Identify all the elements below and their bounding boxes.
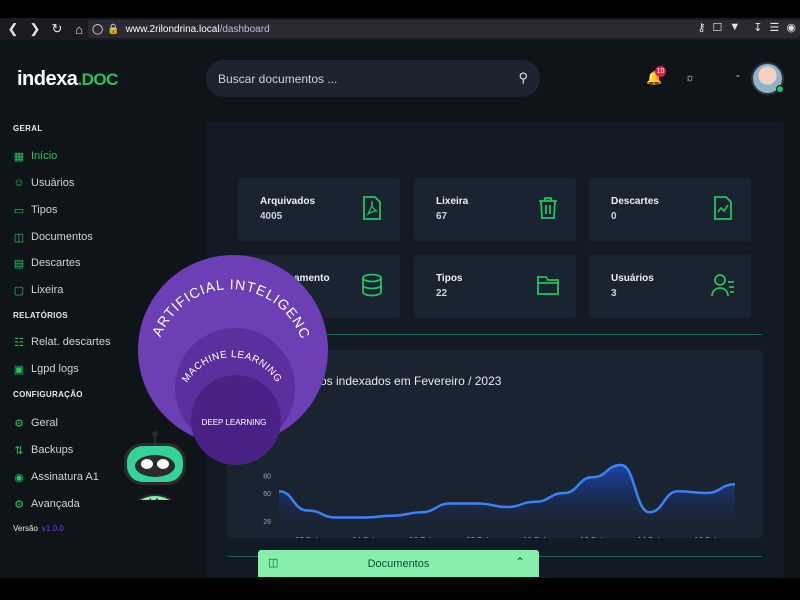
settings-icon: ⚙ bbox=[14, 417, 24, 430]
sidebar-item-inicio[interactable]: ▦ Início bbox=[13, 148, 58, 164]
card-title: Arquivados bbox=[260, 196, 316, 207]
database-icon bbox=[362, 273, 382, 297]
dropdown-icon[interactable]: ▼ bbox=[729, 21, 740, 34]
online-status-dot bbox=[776, 85, 784, 93]
search-input[interactable]: Buscar documentos ... ⚲ bbox=[206, 60, 540, 97]
card-title: Tipos bbox=[436, 273, 463, 284]
version-number: v1.0.0 bbox=[41, 524, 64, 533]
search-placeholder: Buscar documentos ... bbox=[218, 71, 338, 86]
sidebar-section-reports: RELATÓRIOS bbox=[13, 311, 68, 320]
ai-inner-label: DEEP LEARNING bbox=[202, 418, 267, 427]
chevron-up-icon[interactable]: ⌃ bbox=[515, 555, 525, 569]
file-chart-icon: ▤ bbox=[13, 257, 25, 270]
bookmark-icon[interactable]: ☐ bbox=[713, 21, 723, 34]
browser-toolbar: ❮ ❯ ↻ ⌂ ◯ 🔒 www.2rilondrina.local/dashbo… bbox=[0, 18, 800, 40]
sidebar-item-lgpd-logs[interactable]: ▣ Lgpd logs bbox=[13, 361, 79, 377]
x-tick-label: 04 Feb bbox=[352, 536, 377, 538]
card-tipos[interactable]: Tipos 22 bbox=[414, 255, 576, 318]
card-title: Lixeira bbox=[436, 196, 469, 207]
folder-icon bbox=[537, 276, 559, 295]
trash-icon: ▢ bbox=[13, 284, 25, 297]
log-icon: ▣ bbox=[13, 363, 25, 376]
file-chart-icon bbox=[714, 196, 732, 220]
fingerprint-icon: ◉ bbox=[14, 471, 24, 484]
users-icon bbox=[711, 274, 734, 297]
version-info: Versão v1.0.0 bbox=[13, 524, 64, 533]
sidebar-item-tipos[interactable]: ▭ Tipos bbox=[13, 202, 58, 218]
card-lixeira[interactable]: Lixeira 67 bbox=[414, 178, 576, 241]
card-title: Usuários bbox=[611, 273, 654, 284]
search-icon[interactable]: ⚲ bbox=[518, 70, 528, 86]
x-tick-label: 06 Feb bbox=[409, 536, 434, 538]
users-icon: ☺ bbox=[13, 177, 25, 189]
x-tick-label: 08 Feb bbox=[466, 536, 491, 538]
user-menu[interactable]: - bbox=[736, 70, 740, 82]
card-value: 22 bbox=[436, 288, 448, 299]
sidebar-item-avancada[interactable]: ⚙ Avançada bbox=[13, 496, 80, 512]
sidebar-item-geral[interactable]: ⚙ Geral bbox=[13, 415, 58, 431]
lock-icon: 🔒 bbox=[107, 23, 120, 35]
screen-bottom-border bbox=[0, 578, 800, 600]
documents-drawer-toggle[interactable]: ◫ Documentos ⌃ bbox=[258, 550, 539, 577]
card-descartes[interactable]: Descartes 0 bbox=[589, 178, 751, 241]
card-arquivados[interactable]: Arquivados 4005 bbox=[238, 178, 400, 241]
notification-badge: 10 bbox=[655, 66, 666, 77]
sidebar-section-config: CONFIGURAÇÃO bbox=[13, 390, 83, 399]
forward-icon[interactable]: ❯ bbox=[26, 20, 44, 38]
home-icon[interactable]: ⌂ bbox=[70, 20, 88, 38]
sidebar-item-backups[interactable]: ⇅ Backups bbox=[13, 442, 73, 458]
x-tick-label: 12 Feb bbox=[580, 536, 605, 538]
card-value: 4005 bbox=[260, 211, 283, 222]
y-tick-label: 28 bbox=[263, 519, 271, 526]
url-host: www.2rilondrina.local bbox=[125, 23, 220, 35]
card-title: Descartes bbox=[611, 196, 659, 207]
sidebar-item-descartes[interactable]: ▤ Descartes bbox=[13, 255, 81, 271]
account-icon[interactable]: ◉ bbox=[786, 21, 796, 34]
robot-mascot bbox=[124, 431, 186, 500]
key-icon[interactable]: ⚷ bbox=[697, 21, 705, 34]
report-icon: ☷ bbox=[14, 336, 24, 349]
sidebar-item-lixeira[interactable]: ▢ Lixeira bbox=[13, 282, 64, 298]
x-tick-label: 14 Feb bbox=[637, 536, 662, 538]
x-tick-label: 16 Feb bbox=[694, 536, 719, 538]
ai-overlay-graphic: ARTIFICIAL INTELIGENCE MACHINE LEARNING … bbox=[118, 250, 328, 500]
grid-icon: ▦ bbox=[13, 150, 25, 163]
card-usuarios[interactable]: Usuários 3 bbox=[589, 255, 751, 318]
robot-ia-label: IA bbox=[148, 495, 162, 500]
theme-toggle-icon[interactable]: ☼ bbox=[685, 72, 695, 84]
url-path: /dashboard bbox=[219, 23, 270, 35]
folder-icon: ▭ bbox=[13, 204, 25, 217]
sidebar-item-documentos[interactable]: ◫ Documentos bbox=[13, 229, 93, 245]
screen-top-border bbox=[0, 0, 800, 18]
gear-icon: ⚙ bbox=[14, 498, 24, 511]
card-value: 3 bbox=[611, 288, 617, 299]
trash-icon bbox=[539, 197, 557, 219]
pdf-icon bbox=[363, 196, 381, 220]
download-icon[interactable]: ↧ bbox=[753, 21, 762, 34]
x-tick-label: 02 Feb bbox=[295, 536, 320, 538]
card-value: 67 bbox=[436, 211, 448, 222]
app-window: indexa.DOC Buscar documentos ... ⚲ 🔔 10 … bbox=[0, 40, 800, 578]
reload-icon[interactable]: ↻ bbox=[48, 20, 66, 38]
back-icon[interactable]: ❮ bbox=[4, 20, 22, 38]
card-value: 0 bbox=[611, 211, 617, 222]
file-plus-icon: ◫ bbox=[13, 231, 25, 244]
url-bar[interactable]: ◯ 🔒 www.2rilondrina.local/dashboard ⚷ ☐ … bbox=[88, 20, 800, 38]
documents-drawer-label: Documentos bbox=[367, 557, 430, 570]
app-logo[interactable]: indexa.DOC bbox=[17, 68, 118, 91]
shield-icon: ◯ bbox=[92, 23, 104, 35]
avatar[interactable] bbox=[751, 62, 784, 95]
sidebar-section-general: GERAL bbox=[13, 124, 43, 133]
backup-icon: ⇅ bbox=[14, 444, 24, 457]
x-tick-label: 10 Feb bbox=[523, 536, 548, 538]
sidebar-item-usuarios[interactable]: ☺ Usuários bbox=[13, 175, 74, 191]
sidebar-item-relat-descartes[interactable]: ☷ Relat. descartes bbox=[13, 334, 110, 350]
sidebar-item-assinatura[interactable]: ◉ Assinatura A1 bbox=[13, 469, 99, 485]
file-add-icon: ◫ bbox=[268, 557, 279, 569]
menu-icon[interactable]: ☰ bbox=[770, 21, 780, 34]
